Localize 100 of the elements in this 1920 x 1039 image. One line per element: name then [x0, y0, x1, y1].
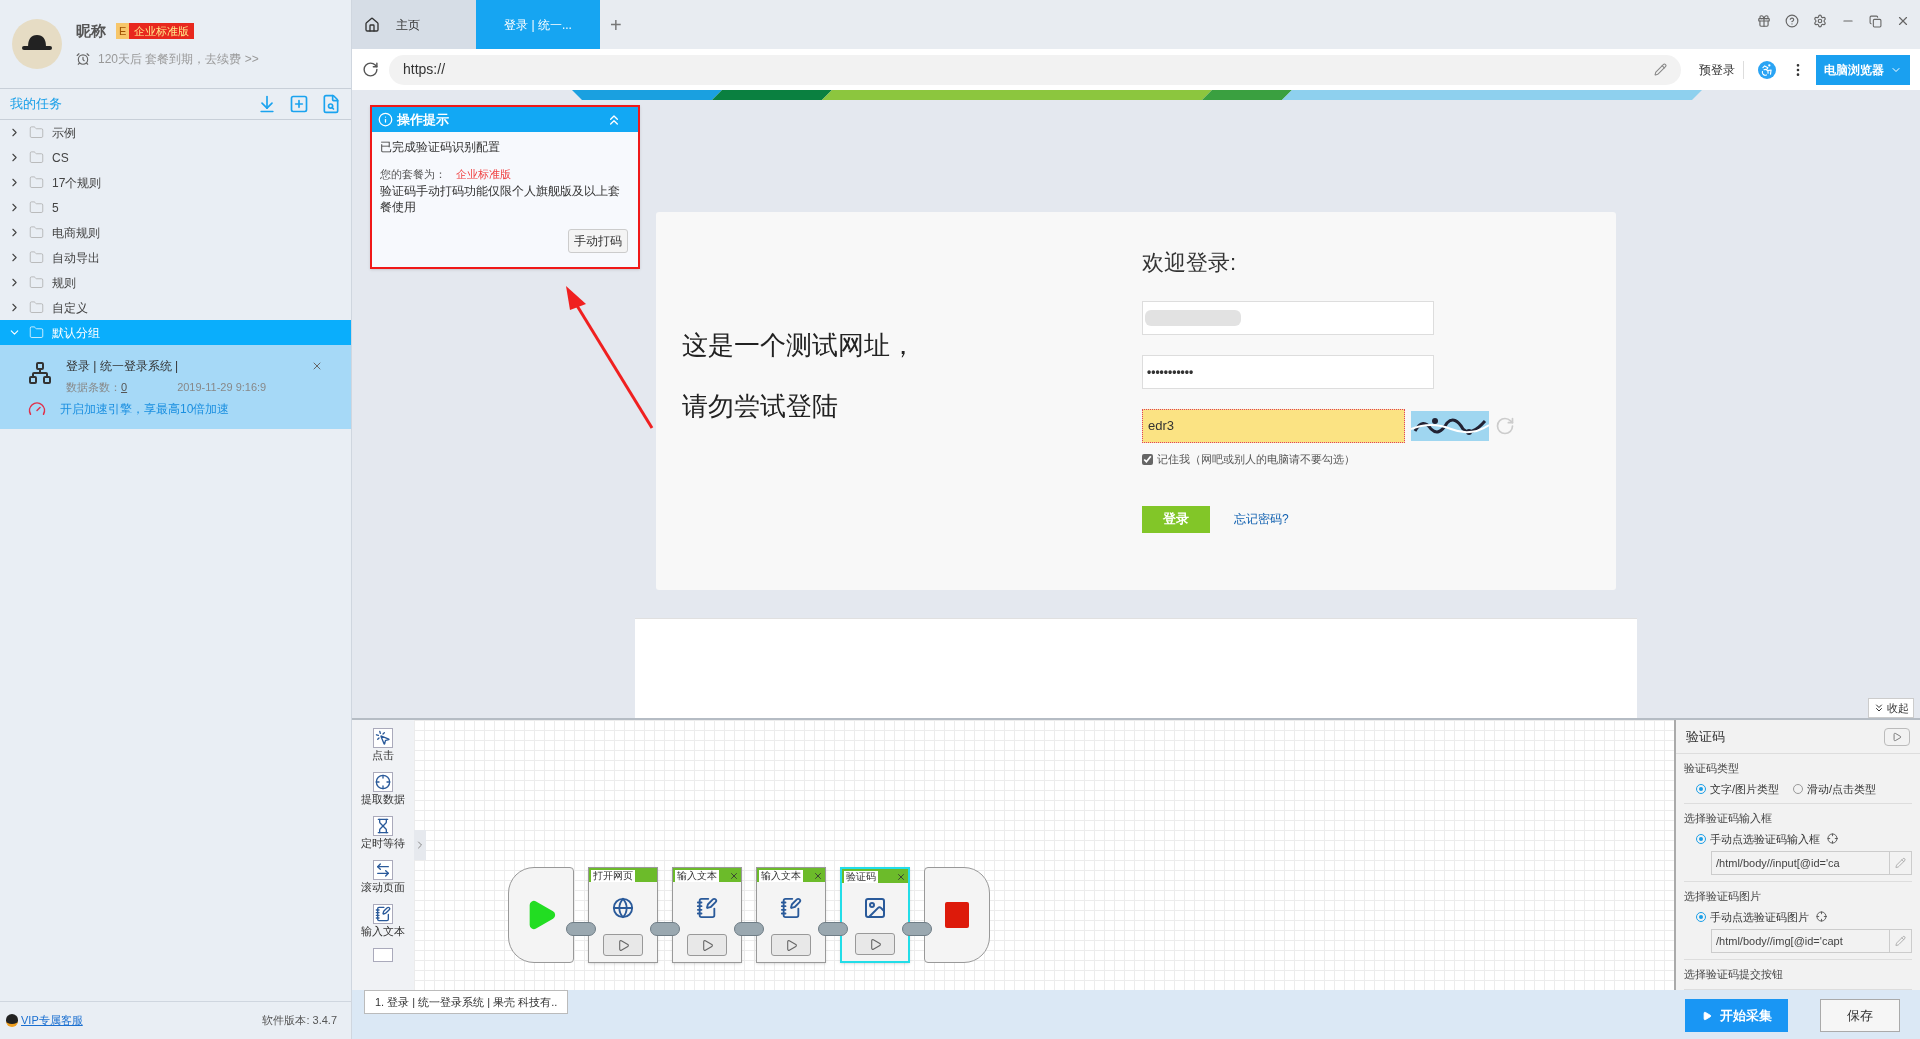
folder-item[interactable]: 电商规则 [0, 220, 351, 245]
crosshair-icon[interactable] [1816, 911, 1827, 923]
remember-checkbox[interactable] [1142, 453, 1153, 465]
folder-icon [29, 250, 44, 265]
import-icon[interactable] [257, 94, 277, 114]
save-button[interactable]: 保存 [1820, 999, 1900, 1033]
home-icon [364, 16, 380, 33]
scroll-icon [375, 862, 391, 878]
task-card[interactable]: 登录 | 统一登录系统 | 数据条数：0 2019-11-29 9:16:9 开启加速引擎，享最高10倍加速 [0, 345, 351, 429]
pencil-icon[interactable] [1654, 63, 1667, 76]
gauge-icon [28, 399, 46, 418]
vip-service-link[interactable]: VIP专属客服 [21, 1012, 83, 1029]
tip-note: 验证码手动打码功能仅限个人旗舰版及以上套餐使用 [380, 182, 621, 215]
close-icon[interactable] [1896, 14, 1910, 28]
play-icon [1892, 731, 1902, 742]
run-step-button[interactable] [687, 934, 727, 956]
notebook-icon [780, 897, 802, 919]
flow-step[interactable]: 验证码 [840, 867, 910, 963]
prelogin-button[interactable]: 预登录 [1691, 60, 1744, 79]
folder-item[interactable]: 示例 [0, 120, 351, 145]
penguin-icon [6, 1014, 18, 1027]
crosshair-icon[interactable] [1827, 833, 1838, 845]
run-button[interactable] [1884, 727, 1910, 746]
stop-icon [945, 902, 969, 928]
step-label: 输入文本 [675, 870, 719, 882]
folder-item[interactable]: 规则 [0, 270, 351, 295]
folder-label: 5 [52, 199, 59, 217]
radio-label: 文字/图片类型 [1710, 781, 1780, 797]
folder-icon [29, 200, 44, 215]
info-icon [378, 112, 393, 127]
settings-icon[interactable] [1813, 14, 1827, 28]
click-icon [375, 730, 391, 746]
folder-label: 规则 [52, 274, 76, 292]
username-field[interactable] [1142, 301, 1434, 335]
section-title: 验证码类型 [1684, 761, 1740, 776]
image-icon [863, 896, 887, 920]
close-icon[interactable] [896, 872, 906, 882]
hourglass-icon [375, 818, 391, 834]
folder-item[interactable]: 自定义 [0, 295, 351, 320]
version-text: 软件版本: 3.4.7 [262, 1013, 337, 1029]
flow-tab[interactable]: 1. 登录 | 统一登录系统 | 果壳 科技有.. [364, 990, 569, 1015]
new-tab-button[interactable]: + [600, 0, 632, 49]
play-icon [616, 938, 630, 952]
tip-title: 操作提示 [397, 110, 449, 129]
folder-label: 默认分组 [52, 324, 100, 342]
captcha-field[interactable]: edr3 [1142, 409, 1405, 443]
notebook-icon [696, 897, 718, 919]
count-link[interactable]: 0 [121, 379, 128, 396]
url-field[interactable]: https:// [389, 54, 1681, 85]
collapse-button[interactable]: 收起 [1868, 698, 1914, 718]
plan-letter-badge: E [116, 23, 130, 39]
folder-item[interactable]: CS [0, 145, 351, 170]
run-step-button[interactable] [603, 934, 643, 956]
avatar[interactable] [12, 19, 62, 69]
folder-icon [29, 150, 44, 165]
flow-step[interactable]: 输入文本 [672, 867, 742, 963]
chevrons-down-icon [1873, 702, 1885, 714]
search-icon[interactable] [321, 94, 341, 114]
stop-node[interactable] [924, 867, 990, 963]
tool-button[interactable]: 滚动页面 [361, 860, 405, 894]
folder-item[interactable]: 17个规则 [0, 170, 351, 195]
tool-icon[interactable] [373, 948, 393, 962]
refresh-icon[interactable] [362, 61, 379, 78]
help-icon[interactable] [1785, 14, 1799, 28]
browser-tab[interactable]: 主页 [352, 0, 476, 49]
accessibility-icon[interactable] [1758, 60, 1776, 79]
folder-label: 电商规则 [52, 224, 100, 242]
gift-icon[interactable] [1757, 14, 1771, 28]
run-step-button[interactable] [771, 934, 811, 956]
add-icon[interactable] [289, 94, 309, 114]
forgot-password-link[interactable]: 忘记密码? [1234, 510, 1289, 528]
folder-item[interactable]: 5 [0, 195, 351, 220]
run-step-button[interactable] [855, 933, 895, 955]
folder-icon [29, 275, 44, 290]
close-icon[interactable] [813, 871, 823, 881]
xpath-field[interactable]: /html/body//img[@id='capt [1711, 929, 1912, 953]
tab-label: 主页 [396, 16, 420, 34]
close-icon[interactable] [729, 871, 739, 881]
password-field[interactable]: ••••••••••• [1142, 355, 1434, 389]
tool-button[interactable]: 提取数据 [361, 772, 405, 806]
folder-label: 自动导出 [52, 249, 100, 267]
folder-icon [29, 225, 44, 240]
tool-button[interactable]: 定时等待 [361, 816, 405, 850]
manual-captcha-button[interactable]: 手动打码 [568, 228, 628, 253]
folder-label: CS [52, 149, 69, 167]
plan-name: 企业标准版 [456, 167, 511, 182]
xpath-field[interactable]: /html/body//input[@id='ca [1711, 851, 1912, 875]
play-icon [784, 938, 798, 952]
play-icon [868, 937, 882, 951]
start-node[interactable] [508, 867, 574, 963]
close-icon[interactable] [311, 360, 323, 372]
remember-label: 记住我（网吧或别人的电脑请不要勾选） [1157, 452, 1355, 467]
tab-label: 登录 | 统一... [504, 16, 572, 34]
restore-icon[interactable] [1869, 14, 1882, 28]
folder-icon [29, 300, 44, 315]
play-icon [700, 938, 714, 952]
tool-button[interactable]: 输入文本 [361, 904, 405, 938]
folder-item[interactable]: 自动导出 [0, 245, 351, 270]
flow-step[interactable]: 打开网页 [588, 867, 658, 963]
flow-step[interactable]: 输入文本 [756, 867, 826, 963]
